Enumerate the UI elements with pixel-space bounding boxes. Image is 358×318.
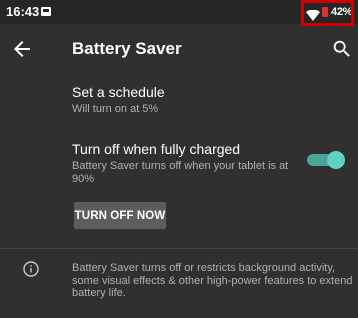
arrow-left-icon[interactable] xyxy=(10,37,34,61)
turn-off-when-charged-subtitle: Battery Saver turns off when your tablet… xyxy=(72,160,289,185)
divider xyxy=(0,248,358,249)
turn-off-when-charged-toggle[interactable] xyxy=(303,151,345,169)
turn-off-when-charged-title: Turn off when fully charged xyxy=(72,141,241,157)
schedule-subtitle: Will turn on at 5% xyxy=(72,103,159,115)
info-icon xyxy=(23,261,39,277)
info-description: Battery Saver turns off or restricts bac… xyxy=(72,262,353,299)
schedule-title: Set a schedule xyxy=(72,84,165,100)
turn-off-now-button[interactable]: TURN OFF NOW xyxy=(74,202,166,229)
status-bar: 16:43 42% xyxy=(0,0,358,26)
notification-icon xyxy=(41,7,51,16)
status-time: 16:43 xyxy=(6,4,40,19)
search-icon[interactable] xyxy=(331,38,353,60)
page-title: Battery Saver xyxy=(72,39,182,58)
schedule-setting[interactable]: Set a schedule Will turn on at 5% xyxy=(72,84,165,116)
turn-off-when-charged-setting[interactable]: Turn off when fully charged Battery Save… xyxy=(72,141,302,186)
app-bar: Battery Saver xyxy=(0,24,358,74)
toggle-thumb xyxy=(327,151,345,169)
highlight-box xyxy=(301,0,354,26)
